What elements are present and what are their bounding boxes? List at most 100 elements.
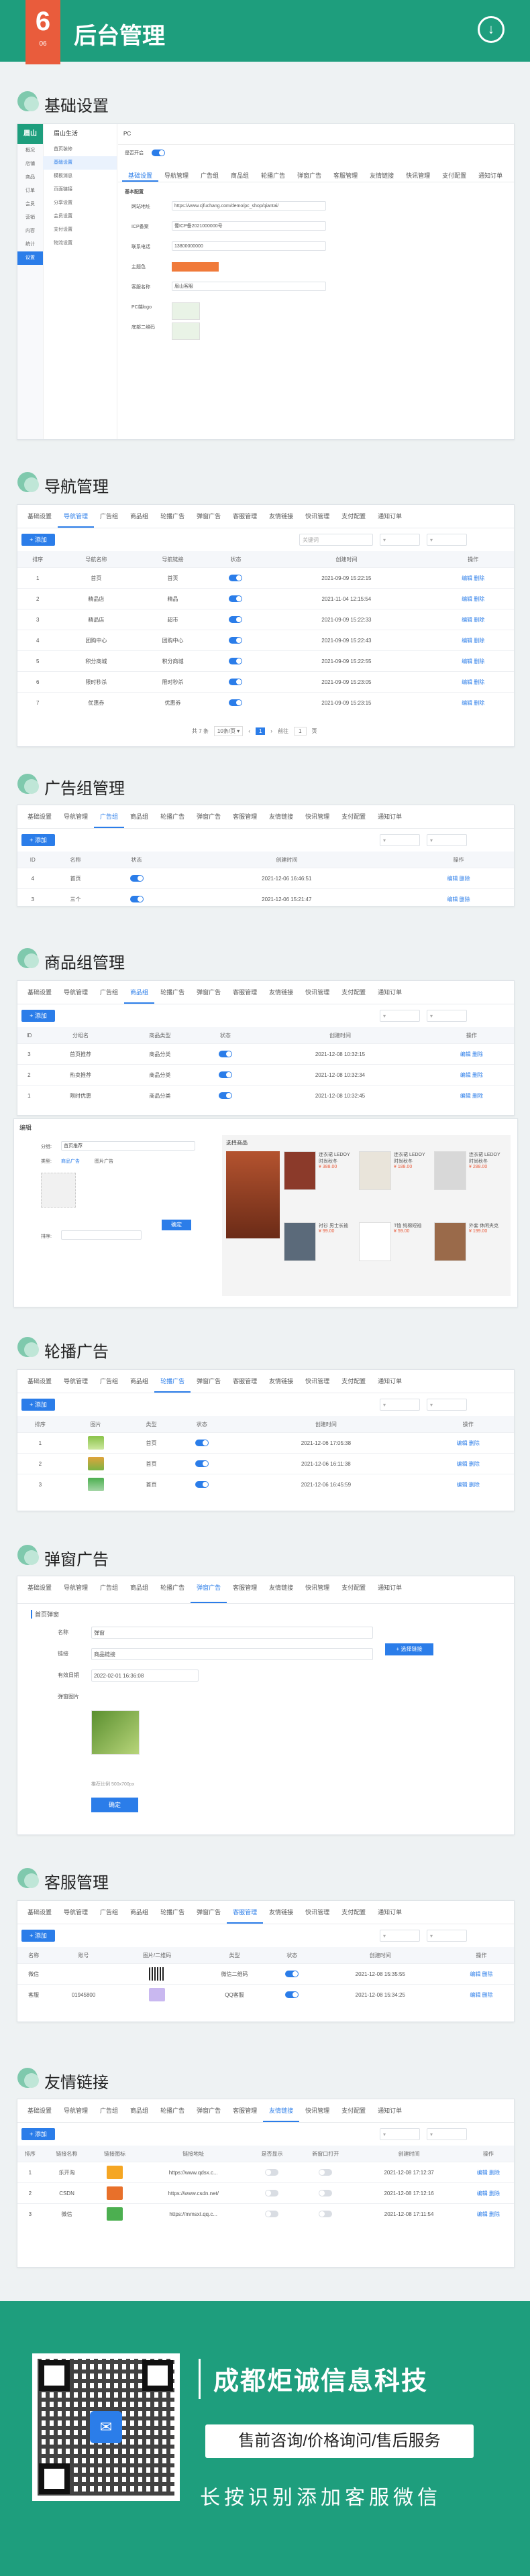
edit-link[interactable]: 编辑: [457, 1482, 468, 1488]
edit-link[interactable]: 编辑: [460, 1072, 471, 1078]
edit-link[interactable]: 编辑: [457, 1440, 468, 1446]
tab-6[interactable]: 客服管理: [327, 164, 364, 182]
tab-5[interactable]: 弹窗广告: [191, 505, 227, 528]
tab-9[interactable]: 支付配置: [335, 981, 372, 1004]
sidebar-item-7[interactable]: 统计: [17, 238, 43, 251]
tab-4[interactable]: 轮播广告: [154, 1901, 191, 1924]
tab-4[interactable]: 轮播广告: [154, 2099, 191, 2122]
edit-link[interactable]: 编辑: [477, 2211, 488, 2217]
select-link-button[interactable]: + 选择链接: [385, 1643, 433, 1655]
search-input[interactable]: 关键词: [299, 534, 373, 546]
tab-0[interactable]: 基础设置: [21, 1576, 58, 1603]
tab-1[interactable]: 导航管理: [158, 164, 195, 182]
status-toggle[interactable]: [218, 1071, 232, 1078]
delete-link[interactable]: 删除: [489, 2170, 500, 2176]
edit-link[interactable]: 编辑: [470, 1971, 480, 1977]
tab-7[interactable]: 友情链接: [263, 1370, 299, 1393]
tab-1[interactable]: 导航管理: [58, 805, 94, 828]
row-actions[interactable]: 编辑 删除: [457, 1482, 480, 1488]
tab-7[interactable]: 友情链接: [263, 805, 299, 828]
edit-link[interactable]: 编辑: [460, 1093, 471, 1099]
tab-5[interactable]: 弹窗广告: [191, 981, 227, 1004]
image-upload[interactable]: [172, 302, 200, 320]
delete-link[interactable]: 删除: [469, 1482, 480, 1488]
tab-4[interactable]: 轮播广告: [154, 981, 191, 1004]
submit-button[interactable]: 确定: [91, 1798, 138, 1812]
tab-6[interactable]: 客服管理: [227, 1370, 263, 1393]
field-input[interactable]: https://www.cjfuchang.com/demo/pc_shop/q…: [172, 201, 326, 211]
theme-color-swatch[interactable]: [172, 262, 219, 272]
tab-5[interactable]: 弹窗广告: [191, 805, 227, 828]
arrow-down-circle-icon[interactable]: ↓: [478, 16, 505, 43]
table-row[interactable]: 客服 01945800 QQ客服 2021-12-08 15:34:25 编辑 删除: [17, 1984, 514, 2005]
tab-2[interactable]: 广告组: [94, 1901, 124, 1924]
filter-select-2[interactable]: ▾: [427, 2128, 467, 2140]
sub-menu-item-7[interactable]: 物流设置: [43, 237, 117, 250]
status-toggle[interactable]: [129, 896, 144, 902]
tab-4[interactable]: 轮播广告: [255, 164, 291, 182]
add-button[interactable]: + 添加: [21, 534, 55, 546]
status-toggle[interactable]: [229, 658, 243, 664]
table-row[interactable]: 2 首页 2021-12-06 16:11:38 编辑 删除: [17, 1453, 514, 1474]
status-toggle[interactable]: [319, 2211, 333, 2217]
edit-link[interactable]: 编辑: [462, 700, 472, 706]
tab-10[interactable]: 通知订单: [372, 2099, 408, 2122]
product-card[interactable]: 连衣裙 LEDOY 时尚秋冬 ¥ 288.00: [434, 1151, 505, 1218]
table-row[interactable]: 1 乐开淘 https://www.qdsx.c... 2021-12-08 17:1…: [17, 2162, 514, 2183]
tab-4[interactable]: 轮播广告: [154, 1370, 191, 1393]
table-row[interactable]: 7 优惠券 优惠券 2021-09-09 15:23:15 编辑 删除: [17, 692, 514, 713]
tab-8[interactable]: 快讯管理: [400, 164, 436, 182]
status-toggle[interactable]: [195, 1440, 209, 1446]
edit-link[interactable]: 编辑: [462, 617, 472, 623]
edit-link[interactable]: 编辑: [470, 1992, 480, 1998]
product-card[interactable]: T恤 纯棉短袖 ¥ 59.00: [359, 1222, 430, 1289]
tab-7[interactable]: 友情链接: [263, 1576, 299, 1603]
table-row[interactable]: 3 首页 2021-12-06 16:45:59 编辑 删除: [17, 1474, 514, 1495]
tab-4[interactable]: 轮播广告: [154, 505, 191, 528]
filter-select-2[interactable]: ▾: [427, 534, 467, 546]
filter-select-2[interactable]: ▾: [427, 1930, 467, 1942]
edit-link[interactable]: 编辑: [477, 2190, 488, 2197]
tab-1[interactable]: 导航管理: [58, 1901, 94, 1924]
next-page-button[interactable]: ›: [270, 728, 272, 734]
status-toggle[interactable]: [129, 875, 144, 882]
table-row[interactable]: 1 首页 2021-12-06 17:05:38 编辑 删除: [17, 1432, 514, 1454]
add-button[interactable]: + 添加: [21, 2128, 55, 2140]
row-actions[interactable]: 编辑 删除: [462, 658, 484, 664]
add-button[interactable]: + 添加: [21, 834, 55, 846]
tab-2[interactable]: 广告组: [94, 2099, 124, 2122]
product-card[interactable]: 连衣裙 LEDOY 时尚秋冬 ¥ 188.00: [359, 1151, 430, 1218]
image-upload[interactable]: [172, 323, 200, 340]
row-actions[interactable]: 编辑 删除: [477, 2211, 500, 2217]
row-actions[interactable]: 编辑 删除: [462, 638, 484, 644]
edit-link[interactable]: 编辑: [462, 638, 472, 644]
tab-3[interactable]: 商品组: [124, 1901, 154, 1924]
filter-select-2[interactable]: ▾: [427, 1010, 467, 1022]
tab-8[interactable]: 快讯管理: [299, 1370, 335, 1393]
status-toggle[interactable]: [265, 2211, 279, 2217]
edit-link[interactable]: 编辑: [460, 1051, 471, 1057]
delete-link[interactable]: 删除: [472, 1051, 483, 1057]
tab-2[interactable]: 广告组: [94, 505, 124, 528]
status-toggle[interactable]: [229, 679, 243, 685]
row-actions[interactable]: 编辑 删除: [447, 876, 470, 882]
sidebar-item-3[interactable]: 订单: [17, 184, 43, 198]
delete-link[interactable]: 删除: [474, 679, 484, 685]
tab-6[interactable]: 客服管理: [227, 1901, 264, 1924]
confirm-button[interactable]: 确定: [162, 1220, 191, 1230]
row-actions[interactable]: 编辑 删除: [477, 2170, 500, 2176]
status-toggle[interactable]: [265, 2190, 279, 2197]
row-actions[interactable]: 编辑 删除: [457, 1461, 480, 1467]
status-toggle[interactable]: [229, 595, 243, 602]
tab-9[interactable]: 支付配置: [436, 164, 472, 182]
row-actions[interactable]: 编辑 删除: [460, 1093, 483, 1099]
group-input[interactable]: 首页推荐: [61, 1141, 195, 1151]
status-toggle[interactable]: [285, 1991, 299, 1998]
sub-menu-item-5[interactable]: 会员设置: [43, 210, 117, 223]
field-input[interactable]: 弹窗: [91, 1627, 373, 1639]
tab-0[interactable]: 基础设置: [21, 2099, 58, 2122]
delete-link[interactable]: 删除: [472, 1072, 483, 1078]
sidebar-item-5[interactable]: 营销: [17, 211, 43, 225]
tab-7[interactable]: 友情链接: [364, 164, 400, 182]
tab-10[interactable]: 通知订单: [372, 1370, 408, 1393]
